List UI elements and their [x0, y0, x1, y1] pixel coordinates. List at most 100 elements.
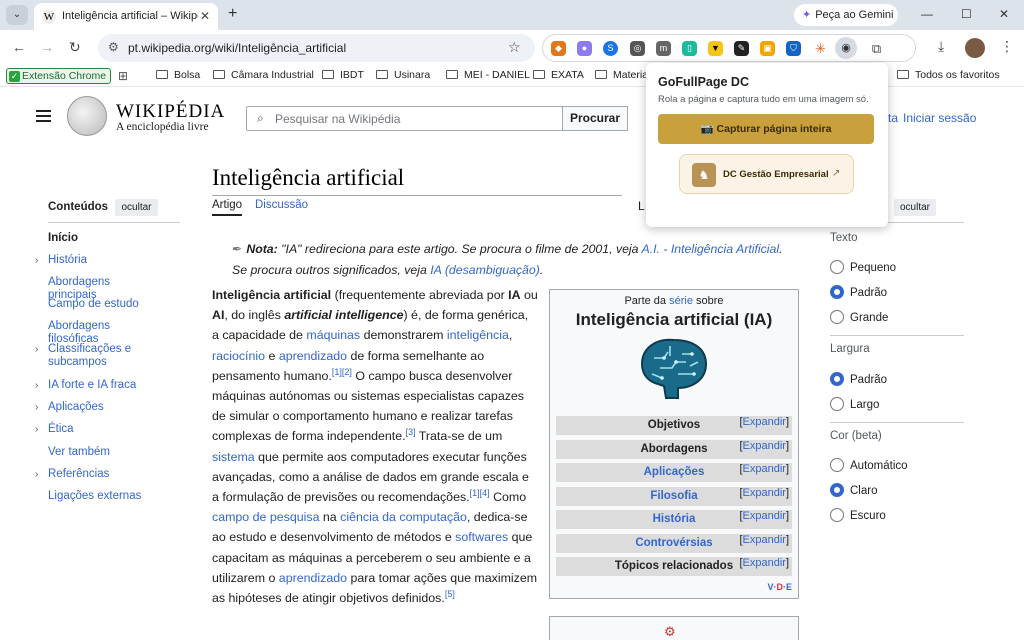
link-raciocinio[interactable]: raciocínio — [212, 349, 265, 363]
link-sistema[interactable]: sistema — [212, 450, 255, 464]
bookmark-folder-exata[interactable]: EXATA — [533, 69, 584, 81]
bookmark-folder-ibdt[interactable]: IBDT — [322, 69, 364, 81]
ref-link[interactable]: [2] — [342, 367, 352, 377]
expand-link[interactable]: Expandir — [743, 463, 786, 475]
active-tab[interactable]: W Inteligência artificial – Wikipédia ✕ — [34, 3, 218, 30]
bookmark-extension-chrome[interactable]: ✓ Extensão Chrome — [6, 68, 112, 84]
all-bookmarks[interactable]: Todos os favoritos — [897, 69, 1000, 81]
user-link-partial[interactable]: ta — [888, 111, 898, 125]
link-aprendizado-2[interactable]: aprendizado — [279, 571, 347, 585]
chevron-right-icon[interactable]: › — [35, 344, 38, 355]
link-ciencia-computacao[interactable]: ciência da computação — [340, 510, 467, 524]
expand-toggle[interactable]: [Expandir] — [739, 484, 789, 503]
extension-asterisk-icon[interactable]: ✳ — [813, 41, 828, 56]
expand-link[interactable]: Expandir — [743, 416, 786, 428]
chevron-right-icon[interactable]: › — [35, 424, 38, 435]
link-serie[interactable]: série — [669, 295, 693, 307]
tab-close-icon[interactable]: ✕ — [200, 9, 210, 23]
expand-link[interactable]: Expandir — [743, 534, 786, 546]
new-tab-icon[interactable]: + — [228, 5, 237, 23]
appearance-option[interactable]: Padrão — [830, 372, 887, 388]
forward-arrow-icon[interactable]: → — [40, 39, 54, 55]
download-icon[interactable]: ⤓ — [938, 38, 944, 55]
expand-link[interactable]: Expandir — [743, 557, 786, 569]
toc-hide-button[interactable]: ocultar — [115, 199, 158, 216]
maximize-icon[interactable]: ☐ — [961, 7, 972, 21]
extension-yellow-icon[interactable]: ▣ — [760, 41, 775, 56]
vde-edit[interactable]: E — [786, 582, 792, 592]
toc-item[interactable]: Ligações externas — [48, 490, 158, 503]
tab-discussion[interactable]: Discussão — [255, 199, 308, 211]
login-link[interactable]: Iniciar sessão — [903, 111, 976, 125]
appearance-option[interactable]: Padrão — [830, 285, 887, 301]
bookmark-star-icon[interactable]: ☆ — [508, 39, 521, 56]
bookmark-folder-mei[interactable]: MEI - DANIEL — [446, 69, 530, 81]
link-ai-film[interactable]: A.I. - Inteligência Artificial — [641, 242, 779, 256]
site-info-icon[interactable]: ⚙ — [108, 40, 119, 54]
radio-button[interactable] — [830, 372, 844, 386]
ref-link[interactable]: [5] — [445, 589, 455, 599]
toc-item[interactable]: Campo de estudo — [48, 298, 158, 311]
ref-link[interactable]: [3] — [406, 427, 416, 437]
bookmark-folder-camara[interactable]: Câmara Industrial — [213, 69, 314, 81]
gemini-button[interactable]: ✦ Peça ao Gemini — [794, 4, 898, 26]
vde-view[interactable]: V — [767, 582, 773, 592]
radio-button[interactable] — [830, 397, 844, 411]
appearance-option[interactable]: Pequeno — [830, 260, 896, 276]
expand-toggle[interactable]: [Expandir] — [739, 413, 789, 432]
radio-button[interactable] — [830, 458, 844, 472]
gofullpage-camera-icon[interactable]: ◉ — [835, 37, 857, 59]
reload-icon[interactable]: ↻ — [69, 39, 81, 56]
bookmark-folder-bolsa[interactable]: Bolsa — [156, 69, 200, 81]
dc-gestao-button[interactable]: ♞ DC Gestão Empresarial ↗ — [679, 154, 854, 194]
appearance-option[interactable]: Grande — [830, 310, 888, 326]
link-inteligencia[interactable]: inteligência — [447, 328, 509, 342]
extension-blue-icon[interactable]: S — [603, 41, 618, 56]
address-bar[interactable]: ⚙ pt.wikipedia.org/wiki/Inteligência_art… — [98, 34, 535, 62]
back-arrow-icon[interactable]: ← — [12, 39, 26, 55]
minimize-icon[interactable]: — — [921, 7, 933, 21]
wiki-search-input[interactable]: ⌕ Pesquisar na Wikipédia — [246, 106, 563, 131]
main-menu-icon[interactable] — [36, 110, 51, 122]
apps-grid-icon[interactable]: ⊞ — [118, 69, 128, 83]
extension-teal-icon[interactable]: ▯ — [682, 41, 697, 56]
toc-item[interactable]: Ver também — [48, 446, 158, 459]
radio-button[interactable] — [830, 483, 844, 497]
wikipedia-globe-logo[interactable] — [67, 96, 107, 136]
expand-toggle[interactable]: [Expandir] — [739, 460, 789, 479]
vde-discuss[interactable]: D — [776, 582, 783, 592]
expand-link[interactable]: Expandir — [743, 510, 786, 522]
appearance-option[interactable]: Claro — [830, 483, 877, 499]
extension-chatgpt-icon[interactable]: ◎ — [630, 41, 645, 56]
chevron-right-icon[interactable]: › — [35, 402, 38, 413]
extension-cloud-icon[interactable]: ● — [577, 41, 592, 56]
link-softwares[interactable]: softwares — [455, 530, 508, 544]
window-close-icon[interactable]: ✕ — [999, 7, 1009, 21]
appearance-hide-button[interactable]: ocultar — [894, 199, 936, 216]
radio-button[interactable] — [830, 285, 844, 299]
extension-m-icon[interactable]: m — [656, 41, 671, 56]
bookmark-folder-materia[interactable]: Materia — [595, 69, 648, 81]
extension-shield-icon[interactable]: ⛉ — [786, 41, 801, 56]
wiki-search-button[interactable]: Procurar — [562, 106, 628, 131]
appearance-option[interactable]: Automático — [830, 458, 908, 474]
ref-link[interactable]: [1] — [332, 367, 342, 377]
chevron-right-icon[interactable]: › — [35, 380, 38, 391]
toc-item[interactable]: Classificações e subcampos — [48, 343, 158, 369]
chevron-right-icon[interactable]: › — [35, 255, 38, 266]
wikipedia-wordmark[interactable]: WIKIPÉDIA — [116, 101, 225, 123]
radio-button[interactable] — [830, 310, 844, 324]
radio-button[interactable] — [830, 508, 844, 522]
link-campo-de-pesquisa[interactable]: campo de pesquisa — [212, 510, 319, 524]
toc-item[interactable]: Início — [48, 232, 158, 245]
extensions-puzzle-icon[interactable]: ⧉ — [869, 41, 884, 56]
extension-pen-icon[interactable]: ✎ — [734, 41, 749, 56]
bookmark-folder-usinara[interactable]: Usinara — [376, 69, 430, 81]
link-ia-disambiguation[interactable]: IA (desambiguação) — [430, 263, 540, 277]
expand-toggle[interactable]: [Expandir] — [739, 437, 789, 456]
link-aprendizado[interactable]: aprendizado — [279, 349, 347, 363]
radio-button[interactable] — [830, 260, 844, 274]
tab-search-button[interactable]: ⌄ — [6, 5, 28, 25]
capture-full-page-button[interactable]: 📷 Capturar página inteira — [658, 114, 874, 144]
toc-item[interactable]: Referências — [48, 468, 158, 481]
